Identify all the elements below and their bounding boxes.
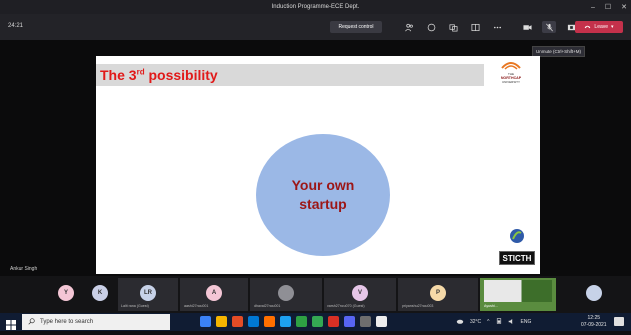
sticth-emblem-icon [509, 228, 525, 244]
taskbar-app-icon[interactable] [232, 316, 243, 327]
avatar: K [92, 285, 108, 301]
reactions-icon[interactable] [446, 21, 460, 33]
meeting-toolbar: 24:21 Request control Leave ▾ [0, 14, 631, 40]
camera-icon[interactable] [520, 21, 534, 33]
avatar [586, 285, 602, 301]
battery-icon[interactable] [496, 317, 502, 327]
search-placeholder: Type here to search [40, 319, 94, 325]
participant-tile[interactable]: A aashi27ncu001 [180, 278, 248, 311]
participant-photo [278, 285, 294, 301]
system-tray: 32°C ^ ENG [456, 317, 531, 327]
participant-tile[interactable]: V varsh27ncu070 (Guest) [324, 278, 396, 311]
clock-date: 07-09-2021 [581, 322, 607, 328]
people-icon[interactable] [402, 21, 416, 33]
avatar: Y [58, 285, 74, 301]
sticth-logo: STICTH [499, 251, 535, 265]
participant-tile[interactable]: Y [50, 278, 82, 311]
close-icon[interactable]: ✕ [621, 3, 627, 11]
language-indicator[interactable]: ENG [521, 319, 532, 325]
phone-hangup-icon [584, 23, 591, 32]
taskbar-clock[interactable]: 12:25 07-09-2021 [581, 315, 607, 329]
weather-temp[interactable]: 32°C [470, 319, 481, 325]
participant-name: varsh27ncu070 (Guest) [327, 304, 365, 308]
taskbar-app-icon[interactable] [216, 316, 227, 327]
window-title: Induction Programme-ECE Dept. [271, 4, 360, 10]
avatar: P [430, 285, 446, 301]
taskbar-app-icon[interactable] [328, 316, 339, 327]
participant-tile[interactable]: P priyanshu27ncu003 [398, 278, 478, 311]
taskbar-app-icon[interactable] [280, 316, 291, 327]
taskbar-app-icon[interactable] [376, 316, 387, 327]
window-controls: – ☐ ✕ [591, 0, 627, 14]
notification-icon[interactable] [614, 317, 624, 326]
avatar: V [352, 285, 368, 301]
participant-name: priyanshu27ncu003 [402, 304, 434, 308]
windows-taskbar: Type here to search 32°C ^ ENG 12:25 07-… [0, 313, 631, 331]
circle-text-line1: Your own [291, 177, 355, 193]
presenter-name: Ankur Singh [10, 266, 38, 272]
participant-name: Ayushi... [484, 304, 498, 308]
clock-time: 12:25 [587, 315, 601, 321]
toolbar-icon-group [402, 21, 578, 33]
more-icon[interactable] [490, 21, 504, 33]
taskbar-app-icon[interactable] [360, 316, 371, 327]
weather-icon [456, 317, 464, 327]
participant-tile[interactable] [578, 278, 610, 311]
participant-tile[interactable]: LR Lalit rana (Guest) [118, 278, 178, 311]
taskbar-app-icon[interactable] [344, 316, 355, 327]
participant-tile[interactable]: K [84, 278, 116, 311]
university-logo: THE NORTHCAP UNIVERSITY [496, 60, 526, 88]
participant-tile[interactable]: dhaval27ncu001 [250, 278, 322, 311]
taskbar-app-icon[interactable] [264, 316, 275, 327]
participant-name: dhaval27ncu001 [254, 304, 281, 308]
taskbar-search-box[interactable]: Type here to search [22, 314, 170, 330]
maximize-icon[interactable]: ☐ [605, 3, 611, 11]
presentation-slide: The 3rd possibility THE NORTHCAP UNIVERS… [96, 56, 540, 274]
window-title-bar: Induction Programme-ECE Dept. – ☐ ✕ [0, 0, 631, 14]
meeting-timer: 24:21 [8, 23, 24, 29]
participant-video [484, 280, 552, 302]
taskbar-app-icon[interactable] [248, 316, 259, 327]
rooms-icon[interactable] [468, 21, 482, 33]
taskbar-app-icon[interactable] [200, 316, 211, 327]
participant-name: Lalit rana (Guest) [121, 304, 149, 308]
volume-icon[interactable] [508, 318, 515, 327]
taskbar-apps [200, 316, 387, 327]
leave-label: Leave [594, 24, 609, 30]
chevron-down-icon[interactable]: ▾ [611, 24, 614, 30]
search-icon [28, 317, 35, 327]
chevron-up-icon[interactable]: ^ [487, 319, 489, 325]
slide-title: The 3rd possibility [100, 67, 218, 83]
windows-start-icon[interactable] [6, 317, 16, 330]
mic-off-icon[interactable] [542, 21, 556, 33]
avatar: LR [140, 285, 156, 301]
taskbar-app-icon[interactable] [312, 316, 323, 327]
chat-icon[interactable] [424, 21, 438, 33]
taskbar-app-icon[interactable] [296, 316, 307, 327]
svg-text:UNIVERSITY: UNIVERSITY [502, 80, 520, 84]
startup-circle: Your own startup [256, 134, 390, 256]
participant-tile[interactable]: Ayushi... [480, 278, 556, 311]
minimize-icon[interactable]: – [591, 4, 595, 11]
participants-strip: Y K LR Lalit rana (Guest) A aashi27ncu00… [0, 276, 631, 313]
circle-text-line2: startup [299, 196, 347, 212]
participant-name: aashi27ncu001 [184, 304, 209, 308]
avatar: A [206, 285, 222, 301]
request-control-button[interactable]: Request control [330, 21, 382, 33]
slide-title-bar: The 3rd possibility [96, 64, 484, 86]
leave-button[interactable]: Leave ▾ [575, 21, 623, 33]
